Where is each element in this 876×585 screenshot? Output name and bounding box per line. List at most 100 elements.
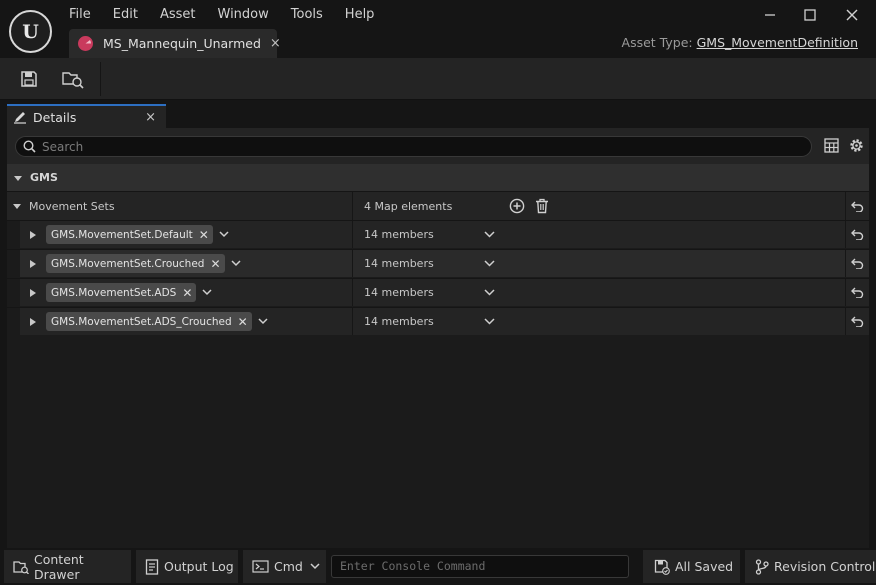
minimize-icon[interactable]: [750, 3, 790, 27]
asset-type-link[interactable]: GMS_MovementDefinition: [697, 35, 858, 50]
asset-tab-close-icon[interactable]: ×: [270, 36, 281, 51]
tag-remove-icon[interactable]: ✕: [199, 228, 209, 242]
search-box[interactable]: [15, 136, 812, 157]
expand-arrow-icon[interactable]: [29, 259, 37, 269]
all-saved-icon: [654, 559, 670, 575]
gameplay-tag[interactable]: GMS.MovementSet.Default ✕: [46, 225, 213, 244]
content-drawer-icon: [13, 560, 29, 574]
asset-type: Asset Type: GMS_MovementDefinition: [622, 35, 858, 50]
output-log-button[interactable]: Output Log: [136, 550, 238, 583]
asset-tab-label: MS_Mannequin_Unarmed: [103, 36, 261, 51]
map-entry-row: GMS.MovementSet.ADS ✕ 14 members: [7, 278, 869, 306]
expand-arrow-icon[interactable]: [29, 288, 37, 298]
search-input[interactable]: [42, 139, 782, 154]
reset-icon[interactable]: [845, 308, 869, 335]
all-saved-label: All Saved: [675, 559, 734, 574]
reset-icon[interactable]: [845, 250, 869, 277]
map-entry-value[interactable]: 14 members: [352, 308, 845, 335]
details-tab[interactable]: Details ×: [7, 104, 166, 128]
expand-arrow-icon[interactable]: [29, 230, 37, 240]
close-icon[interactable]: [832, 3, 872, 27]
map-elements-count: 4 Map elements: [364, 199, 453, 213]
chevron-down-icon[interactable]: [484, 260, 495, 267]
chevron-down-icon[interactable]: [202, 289, 212, 296]
panel-tab-bar: Details ×: [0, 100, 876, 128]
content-drawer-label: Content Drawer: [34, 551, 84, 582]
table-icon[interactable]: [824, 138, 839, 156]
revision-control-icon: [755, 558, 769, 575]
chevron-down-icon[interactable]: [484, 231, 495, 238]
save-icon[interactable]: [17, 67, 41, 91]
tag-remove-icon[interactable]: ✕: [238, 315, 248, 329]
menu-help[interactable]: Help: [334, 4, 386, 26]
collapse-arrow-icon[interactable]: [13, 173, 23, 183]
output-log-label: Output Log: [164, 559, 234, 574]
map-entry-value[interactable]: 14 members: [352, 221, 845, 248]
asset-icon: [78, 36, 93, 51]
unreal-logo-icon[interactable]: U: [9, 10, 52, 53]
map-entry-key: GMS.MovementSet.Crouched ✕: [7, 250, 352, 277]
category-gms[interactable]: GMS: [7, 164, 869, 191]
add-element-icon[interactable]: [509, 198, 525, 214]
search-icon: [23, 140, 36, 153]
toolbar: [0, 58, 876, 100]
gear-icon[interactable]: [848, 137, 865, 157]
console-command-field[interactable]: [331, 555, 629, 578]
reset-icon[interactable]: [845, 279, 869, 306]
menu-edit[interactable]: Edit: [102, 4, 149, 26]
logo-letter: U: [22, 20, 39, 43]
category-label: GMS: [30, 171, 58, 184]
reset-icon[interactable]: [845, 221, 869, 248]
menu-file[interactable]: File: [58, 4, 102, 26]
revision-control-button[interactable]: Revision Control: [745, 550, 876, 583]
menu-tools[interactable]: Tools: [280, 4, 334, 26]
members-count: 14 members: [364, 228, 434, 241]
chevron-down-icon[interactable]: [230, 260, 241, 267]
movement-sets-label: Movement Sets: [29, 199, 115, 213]
chevron-down-icon[interactable]: [484, 289, 495, 296]
output-log-icon: [145, 558, 159, 575]
maximize-icon[interactable]: [790, 3, 830, 27]
search-row: [7, 128, 869, 164]
details-panel: GMS Movement Sets 4 Map elements: [7, 128, 869, 548]
members-count: 14 members: [364, 257, 434, 270]
reset-icon[interactable]: [845, 192, 869, 220]
delete-icon[interactable]: [535, 198, 549, 214]
gameplay-tag[interactable]: GMS.MovementSet.Crouched ✕: [46, 254, 225, 273]
map-entry-value[interactable]: 14 members: [352, 250, 845, 277]
content-drawer-button[interactable]: Content Drawer: [4, 550, 131, 583]
gameplay-tag[interactable]: GMS.MovementSet.ADS ✕: [46, 283, 197, 302]
map-entry-row: GMS.MovementSet.Crouched ✕ 14 members: [7, 249, 869, 277]
details-tab-close-icon[interactable]: ×: [145, 110, 156, 125]
tag-label: GMS.MovementSet.ADS: [51, 286, 177, 299]
status-bar: Content Drawer Output Log Cmd All Saved …: [0, 548, 876, 585]
tag-remove-icon[interactable]: ✕: [182, 286, 192, 300]
movement-sets-row: Movement Sets 4 Map elements: [7, 191, 869, 220]
tag-remove-icon[interactable]: ✕: [210, 257, 220, 271]
menu-asset[interactable]: Asset: [149, 4, 207, 26]
gameplay-tag[interactable]: GMS.MovementSet.ADS_Crouched ✕: [46, 312, 252, 331]
menu-window[interactable]: Window: [207, 4, 280, 26]
map-entry-row: GMS.MovementSet.Default ✕ 14 members: [7, 220, 869, 248]
chevron-down-icon[interactable]: [219, 231, 229, 238]
cmd-dropdown[interactable]: Cmd: [243, 550, 326, 583]
collapse-arrow-icon[interactable]: [12, 201, 22, 211]
chevron-down-icon: [310, 563, 320, 570]
chevron-down-icon[interactable]: [258, 318, 268, 325]
expand-arrow-icon[interactable]: [29, 317, 37, 327]
console-input[interactable]: [340, 559, 620, 573]
revision-control-label: Revision Control: [774, 559, 876, 574]
map-entry-value[interactable]: 14 members: [352, 279, 845, 306]
all-saved-button[interactable]: All Saved: [643, 550, 740, 583]
asset-tab[interactable]: MS_Mannequin_Unarmed ×: [69, 29, 281, 58]
details-pencil-icon: [13, 110, 27, 124]
movement-sets-name: Movement Sets: [7, 192, 352, 220]
cmd-label: Cmd: [274, 559, 303, 574]
menu-bar: File Edit Asset Window Tools Help: [58, 4, 385, 26]
chevron-down-icon[interactable]: [484, 318, 495, 325]
members-count: 14 members: [364, 286, 434, 299]
map-entry-row: GMS.MovementSet.ADS_Crouched ✕ 14 member…: [7, 307, 869, 335]
toolbar-separator: [100, 62, 101, 96]
browse-icon[interactable]: [61, 67, 85, 91]
map-entry-key: GMS.MovementSet.Default ✕: [7, 221, 352, 248]
